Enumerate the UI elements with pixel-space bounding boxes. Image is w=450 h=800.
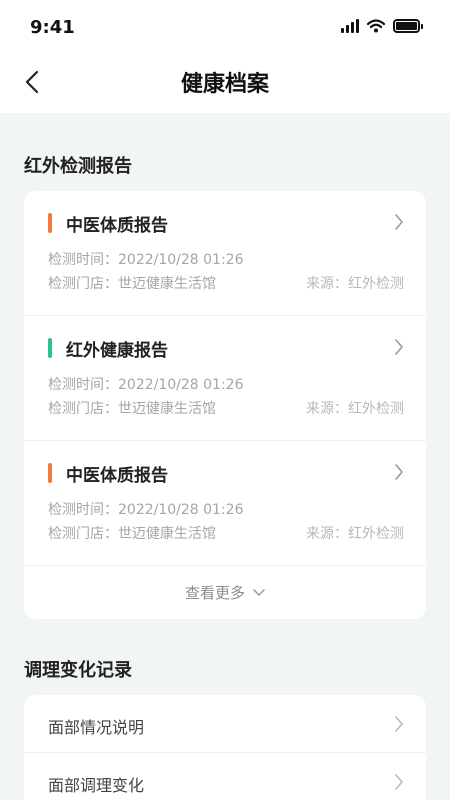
- status-icons: [341, 19, 423, 33]
- records-card: 面部情况说明 面部调理变化: [24, 695, 426, 800]
- report-store: 检测门店：世迈健康生活馆: [48, 526, 216, 542]
- report-time: 检测时间：2022/10/28 01:26: [48, 252, 244, 268]
- report-time: 检测时间：2022/10/28 01:26: [48, 502, 244, 518]
- status-time: 9:41: [30, 17, 75, 38]
- report-item[interactable]: 中医体质报告 检测时间：2022/10/28 01:26 检测门店：世迈健康生活…: [24, 191, 426, 316]
- report-accent-bar: [48, 463, 52, 483]
- report-accent-bar: [48, 338, 52, 358]
- chevron-right-icon: [395, 716, 403, 732]
- status-bar: 9:41: [0, 0, 450, 56]
- report-source: 来源：红外检测: [306, 401, 404, 417]
- chevron-right-icon: [395, 339, 403, 355]
- report-source: 来源：红外检测: [306, 276, 404, 292]
- report-title: 红外健康报告: [66, 341, 168, 361]
- header: 9:41 健康档案: [0, 0, 450, 113]
- report-accent-bar: [48, 213, 52, 233]
- record-item-face-description[interactable]: 面部情况说明: [24, 695, 426, 753]
- report-title: 中医体质报告: [66, 216, 168, 236]
- infrared-section-title: 红外检测报告: [24, 156, 132, 177]
- page-title: 健康档案: [180, 72, 269, 97]
- report-store: 检测门店：世迈健康生活馆: [48, 276, 216, 292]
- report-time: 检测时间：2022/10/28 01:26: [48, 377, 244, 393]
- record-item-label: 面部调理变化: [48, 776, 145, 795]
- chevron-right-icon: [395, 774, 403, 790]
- report-item[interactable]: 红外健康报告 检测时间：2022/10/28 01:26 检测门店：世迈健康生活…: [24, 316, 426, 441]
- cellular-signal-icon: [341, 19, 359, 33]
- record-item-face-changes[interactable]: 面部调理变化: [24, 753, 426, 800]
- records-section-title: 调理变化记录: [24, 660, 132, 681]
- chevron-down-icon: [253, 588, 265, 596]
- wifi-icon: [367, 19, 385, 33]
- view-more-label: 查看更多: [184, 584, 245, 602]
- report-source: 来源：红外检测: [306, 526, 404, 542]
- record-item-label: 面部情况说明: [48, 718, 145, 737]
- infrared-report-card: 中医体质报告 检测时间：2022/10/28 01:26 检测门店：世迈健康生活…: [24, 191, 426, 619]
- battery-icon: [393, 19, 423, 33]
- chevron-right-icon: [395, 464, 403, 480]
- chevron-right-icon: [395, 214, 403, 230]
- report-store: 检测门店：世迈健康生活馆: [48, 401, 216, 417]
- nav-bar: 健康档案: [0, 56, 450, 113]
- view-more-button[interactable]: 查看更多: [24, 566, 426, 619]
- report-title: 中医体质报告: [66, 466, 168, 486]
- report-item[interactable]: 中医体质报告 检测时间：2022/10/28 01:26 检测门店：世迈健康生活…: [24, 441, 426, 566]
